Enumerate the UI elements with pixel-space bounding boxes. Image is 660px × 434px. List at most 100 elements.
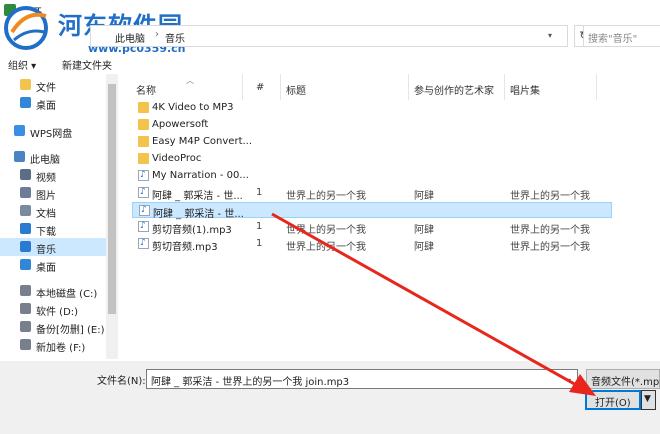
chevron-down-icon: ▼ [644, 394, 651, 404]
file-name: VideoProc [152, 153, 202, 164]
sidebar-item-label: 下载 [36, 227, 56, 238]
column-number[interactable]: # [256, 82, 264, 93]
file-name: 剪切音频.mp3 [152, 242, 218, 253]
file-row[interactable]: ♪ 阿肆 _ 郭采洁 - 世... [132, 202, 612, 220]
file-list: ︿ 名称 # 标题 参与创作的艺术家 唱片集 4K Video to MP3 Ap… [118, 74, 660, 359]
file-row[interactable]: ♪ 剪切音频.mp3 1 世界上的另一个我 阿肆 世界上的另一个我 [132, 236, 612, 253]
music-icon [20, 241, 31, 252]
column-name[interactable]: 名称 [136, 82, 156, 97]
audio-file-icon: ♪ [138, 187, 149, 198]
watermark-logo-icon [4, 6, 48, 50]
sidebar-item[interactable]: 软件 (D:) [0, 300, 106, 318]
nav-scrollbar-thumb[interactable] [108, 84, 116, 314]
sidebar-item-label: 图片 [36, 191, 56, 202]
filename-value: 阿肆 _ 郭采洁 - 世界上的另一个我 join.mp3 [151, 377, 350, 388]
file-name: 阿肆 _ 郭采洁 - 世... [153, 209, 244, 220]
open-button[interactable]: 打开(O) [585, 390, 641, 410]
folder-icon [20, 79, 31, 90]
sidebar-item[interactable]: 图片 [0, 184, 106, 202]
footer-panel: 文件名(N): 阿肆 _ 郭采洁 - 世界上的另一个我 join.mp3 ▾ 音… [0, 361, 660, 434]
file-name: 阿肆 _ 郭采洁 - 世... [152, 191, 243, 202]
file-row[interactable]: 4K Video to MP3 [132, 100, 612, 116]
folder-icon [138, 119, 149, 130]
organize-button[interactable]: 组织 ▾ [8, 57, 36, 72]
computer-icon [14, 151, 25, 162]
column-divider[interactable] [280, 74, 281, 100]
open-button-label: 打开(O) [595, 398, 631, 409]
cloud-icon [14, 125, 25, 136]
sidebar-item[interactable]: 文档 [0, 202, 106, 220]
column-title[interactable]: 标题 [286, 82, 306, 97]
sidebar-item-label: 音乐 [36, 245, 56, 256]
breadcrumb-this-pc[interactable]: 此电脑 [115, 30, 145, 45]
address-bar[interactable]: 此电脑 › 音乐 [90, 25, 568, 47]
address-dropdown-icon[interactable]: ▾ [548, 31, 552, 40]
column-divider[interactable] [408, 74, 409, 100]
video-icon [20, 169, 31, 180]
audio-file-icon: ♪ [139, 205, 150, 216]
sidebar-item[interactable]: 下载 [0, 220, 106, 238]
sidebar-item[interactable]: 桌面 [0, 256, 106, 274]
file-row[interactable]: Apowersoft [132, 117, 612, 133]
sidebar-item-label: 软件 (D:) [36, 307, 79, 318]
file-name: 剪切音频(1).mp3 [152, 225, 232, 236]
sidebar-item[interactable]: WPS网盘 [0, 122, 106, 140]
filename-dropdown-icon[interactable]: ▾ [567, 376, 571, 385]
folder-icon [138, 153, 149, 164]
file-row[interactable]: ♪ 阿肆 _ 郭采洁 - 世... 1 世界上的另一个我 阿肆 世界上的另一个我 [132, 185, 612, 202]
column-divider[interactable] [242, 74, 243, 100]
file-artist: 阿肆 [414, 191, 434, 202]
file-title: 世界上的另一个我 [286, 225, 366, 236]
file-row[interactable]: ♪ 剪切音频(1).mp3 1 世界上的另一个我 阿肆 世界上的另一个我 [132, 219, 612, 236]
drive-icon [20, 321, 31, 332]
breadcrumb-music[interactable]: 音乐 [165, 30, 185, 45]
open-split-dropdown[interactable]: ▼ [641, 390, 656, 410]
filetype-value: 音频文件(*.mp3;* [591, 377, 660, 388]
sidebar-item-label: 桌面 [36, 263, 56, 274]
sidebar-item-label: 桌面 [36, 101, 56, 112]
sidebar-item[interactable]: 视频 [0, 166, 106, 184]
sidebar-item[interactable]: 备份[勿删] (E:) [0, 318, 106, 336]
search-placeholder: 搜索"音乐" [588, 34, 638, 45]
nav-scrollbar[interactable] [106, 74, 118, 359]
breadcrumb-separator: › [155, 29, 159, 40]
column-header: ︿ 名称 # 标题 参与创作的艺术家 唱片集 [118, 74, 660, 100]
new-folder-button[interactable]: 新建文件夹 [62, 57, 112, 72]
file-name: My Narration - 00... [152, 170, 249, 181]
sidebar-item[interactable]: 本地磁盘 (C:) [0, 282, 106, 300]
file-album: 世界上的另一个我 [510, 242, 590, 253]
column-divider[interactable] [504, 74, 505, 100]
file-number: 1 [256, 221, 263, 232]
sidebar-item[interactable]: 音乐 [0, 238, 106, 256]
file-row[interactable]: VideoProc [132, 151, 612, 167]
sidebar-item[interactable]: 新加卷 (F:) [0, 336, 106, 354]
folder-icon [138, 136, 149, 147]
filetype-select[interactable]: 音频文件(*.mp3;* [586, 369, 660, 389]
column-artist[interactable]: 参与创作的艺术家 [414, 82, 494, 97]
file-album: 世界上的另一个我 [510, 225, 590, 236]
sidebar-item-label: 文件 [36, 83, 56, 94]
sidebar-item[interactable]: 文件 [0, 76, 106, 94]
toolbar: 组织 ▾ 新建文件夹 [0, 54, 660, 72]
navigation-pane: 文件 桌面 WPS网盘 此电脑 视频 图片 文档 下载 音乐 桌面 本地磁盘 (C:) 软件 (D:)… [0, 74, 106, 359]
audio-file-icon: ♪ [138, 238, 149, 249]
file-name: Apowersoft [152, 119, 209, 130]
column-album[interactable]: 唱片集 [510, 82, 540, 97]
file-artist: 阿肆 [414, 242, 434, 253]
file-row[interactable]: ♪ My Narration - 00... [132, 168, 612, 184]
file-name: 4K Video to MP3 [152, 102, 234, 113]
column-divider[interactable] [596, 74, 597, 100]
sidebar-item-label: 文档 [36, 209, 56, 220]
sidebar-item-label: 新加卷 (F:) [36, 343, 86, 354]
sidebar-item[interactable]: 桌面 [0, 94, 106, 112]
file-number: 1 [256, 187, 263, 198]
search-input[interactable]: 搜索"音乐" [583, 25, 660, 47]
sidebar-item-label: WPS网盘 [30, 129, 73, 140]
sort-ascending-icon: ︿ [186, 76, 194, 85]
picture-icon [20, 187, 31, 198]
sidebar-item[interactable]: 此电脑 [0, 148, 106, 166]
file-artist: 阿肆 [414, 225, 434, 236]
filename-input[interactable]: 阿肆 _ 郭采洁 - 世界上的另一个我 join.mp3 [146, 369, 578, 389]
file-row[interactable]: Easy M4P Convert... [132, 134, 612, 150]
filename-label: 文件名(N): [97, 376, 146, 387]
